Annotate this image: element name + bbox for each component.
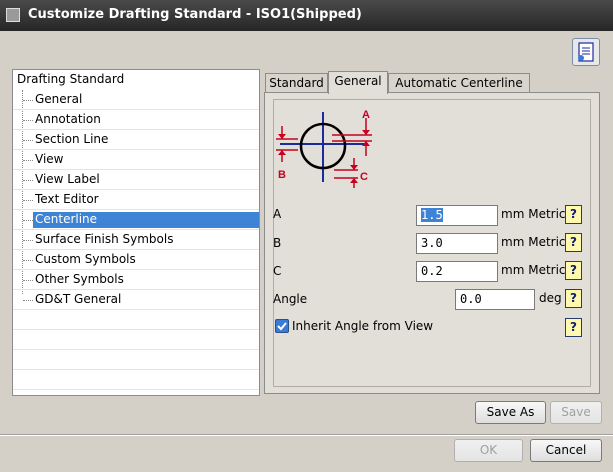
diagram-label-c: C [360, 171, 368, 183]
tree-item-label: Surface Finish Symbols [35, 232, 174, 246]
settings-list-button[interactable] [572, 38, 600, 66]
tree-item-label: View Label [35, 172, 100, 186]
ok-button[interactable]: OK [454, 439, 523, 462]
tree-empty-row [13, 350, 259, 370]
save-as-button[interactable]: Save As [475, 401, 546, 424]
tree-item-label: GD&T General [35, 292, 122, 306]
tree-item-general[interactable]: General [13, 90, 259, 110]
angle-help-icon[interactable]: ? [565, 289, 582, 308]
tree-empty-row [13, 330, 259, 350]
field-a-value: 1.5 [421, 208, 443, 222]
diagram-label-a: A [362, 109, 370, 121]
tree-item-view-label[interactable]: View Label [13, 170, 259, 190]
field-a-unit: mm Metric [501, 207, 566, 221]
tree-item-centerline[interactable]: Centerline [13, 210, 259, 230]
inherit-angle-help-icon[interactable]: ? [565, 318, 582, 337]
cancel-button[interactable]: Cancel [530, 439, 602, 462]
checkmark-icon [277, 322, 287, 331]
field-b-input[interactable]: 3.0 [416, 233, 498, 254]
tree-item-label: Annotation [35, 112, 101, 126]
tab-standard[interactable]: Standard [265, 73, 328, 93]
tree-item-label: Centerline [33, 212, 259, 228]
tree-item-label: Custom Symbols [35, 252, 136, 266]
field-a-input[interactable]: 1.5 [416, 205, 498, 226]
field-a-help-icon[interactable]: ? [565, 205, 582, 224]
tree-item-view[interactable]: View [13, 150, 259, 170]
tree-item-other-symbols[interactable]: Other Symbols [13, 270, 259, 290]
settings-list-icon [578, 42, 594, 62]
inherit-angle-label[interactable]: Inherit Angle from View [292, 319, 433, 333]
tree-item-surface-finish-symbols[interactable]: Surface Finish Symbols [13, 230, 259, 250]
title-bar: Customize Drafting Standard - ISO1(Shipp… [0, 0, 613, 31]
tree-item-custom-symbols[interactable]: Custom Symbols [13, 250, 259, 270]
tree-item-label: View [35, 152, 64, 166]
field-b-help-icon[interactable]: ? [565, 233, 582, 252]
tree-item-section-line[interactable]: Section Line [13, 130, 259, 150]
tree-item-label: General [35, 92, 83, 106]
field-b-label: B [273, 236, 282, 250]
tree-empty-row [13, 310, 259, 330]
field-b-unit: mm Metric [501, 235, 566, 249]
button-separator [0, 434, 613, 436]
drafting-standard-tree[interactable]: Drafting Standard General Annotation Sec… [12, 69, 260, 396]
diagram-label-b: B [278, 169, 286, 181]
app-icon [6, 8, 20, 22]
tree-empty-row [13, 370, 259, 390]
field-c-help-icon[interactable]: ? [565, 261, 582, 280]
tree-root[interactable]: Drafting Standard [17, 72, 124, 86]
tree-item-gdt-general[interactable]: GD&T General [13, 290, 259, 310]
tab-automatic-centerline[interactable]: Automatic Centerline [388, 73, 530, 93]
tree-item-label: Section Line [35, 132, 109, 146]
tab-general[interactable]: General [328, 71, 388, 94]
tree-item-label: Other Symbols [35, 272, 124, 286]
tree-item-text-editor[interactable]: Text Editor [13, 190, 259, 210]
field-c-input[interactable]: 0.2 [416, 261, 498, 282]
centerline-diagram: A B C [276, 109, 372, 188]
field-a-label: A [273, 207, 282, 221]
inherit-angle-checkbox[interactable] [275, 319, 289, 333]
angle-input[interactable]: 0.0 [455, 289, 535, 310]
field-c-label: C [273, 264, 282, 278]
angle-unit: deg [539, 291, 562, 305]
window-title: Customize Drafting Standard - ISO1(Shipp… [28, 7, 362, 22]
save-button[interactable]: Save [550, 401, 602, 424]
angle-label: Angle [273, 292, 308, 306]
tree-item-annotation[interactable]: Annotation [13, 110, 259, 130]
tree-item-label: Text Editor [35, 192, 99, 206]
field-c-unit: mm Metric [501, 263, 566, 277]
